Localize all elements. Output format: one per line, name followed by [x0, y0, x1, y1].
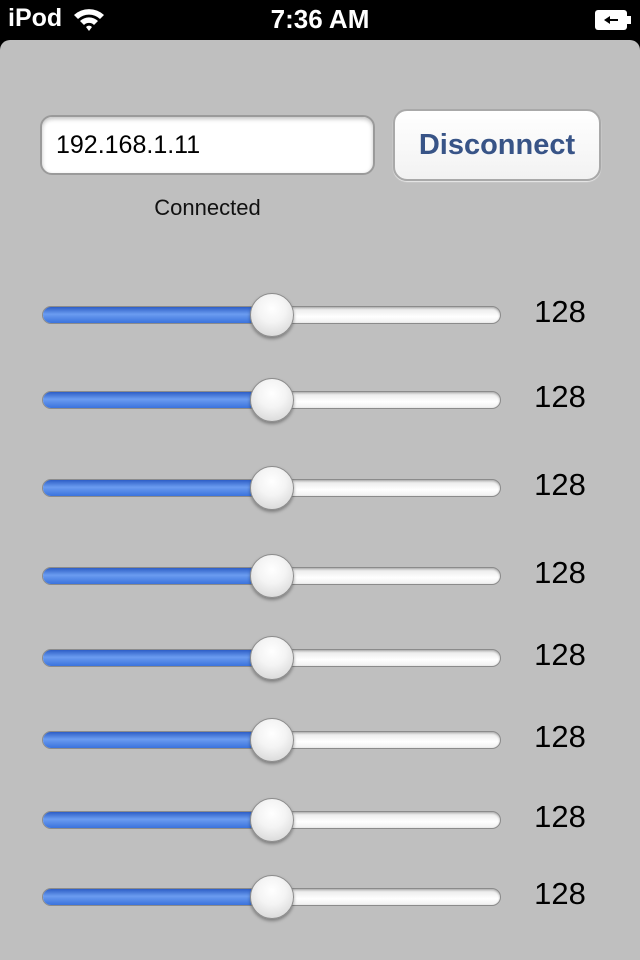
slider-row: 128 — [0, 551, 640, 599]
slider-thumb[interactable] — [249, 378, 294, 422]
main-panel: 192.168.1.11 Disconnect Connected 128 128… — [0, 40, 640, 960]
battery-charging-icon — [595, 10, 631, 30]
ip-address-input[interactable]: 192.168.1.11 — [40, 115, 375, 175]
slider-fill — [43, 732, 273, 748]
slider-value-label: 128 — [534, 876, 586, 911]
slider-value-label: 128 — [534, 379, 586, 414]
slider-fill — [43, 889, 273, 905]
slider-value-label: 128 — [534, 719, 586, 754]
slider-value-label: 128 — [534, 637, 586, 672]
slider-fill — [43, 650, 273, 666]
clock: 7:36 AM — [270, 4, 370, 34]
slider-value-label: 128 — [534, 799, 586, 834]
slider-fill — [43, 812, 273, 828]
slider-row: 128 — [0, 872, 640, 920]
slider-value-label: 128 — [534, 555, 586, 590]
slider-row: 128 — [0, 290, 640, 338]
slider-row: 128 — [0, 375, 640, 423]
slider-fill — [43, 568, 273, 584]
slider-thumb[interactable] — [249, 636, 294, 680]
slider-fill — [43, 392, 273, 408]
slider-row: 128 — [0, 795, 640, 843]
slider-fill — [43, 307, 273, 323]
disconnect-button[interactable]: Disconnect — [393, 109, 601, 181]
slider-row: 128 — [0, 463, 640, 511]
slider-value-label: 128 — [534, 467, 586, 502]
slider-fill — [43, 480, 273, 496]
slider-row: 128 — [0, 715, 640, 763]
slider-thumb[interactable] — [249, 554, 294, 598]
slider-value-label: 128 — [534, 294, 586, 329]
status-bar: iPod 7:36 AM — [0, 0, 640, 40]
slider-thumb[interactable] — [249, 466, 294, 510]
connection-status-label: Connected — [154, 195, 261, 220]
slider-thumb[interactable] — [249, 293, 294, 337]
slider-thumb[interactable] — [249, 875, 294, 919]
slider-thumb[interactable] — [249, 798, 294, 842]
slider-row: 128 — [0, 633, 640, 681]
slider-thumb[interactable] — [249, 718, 294, 762]
